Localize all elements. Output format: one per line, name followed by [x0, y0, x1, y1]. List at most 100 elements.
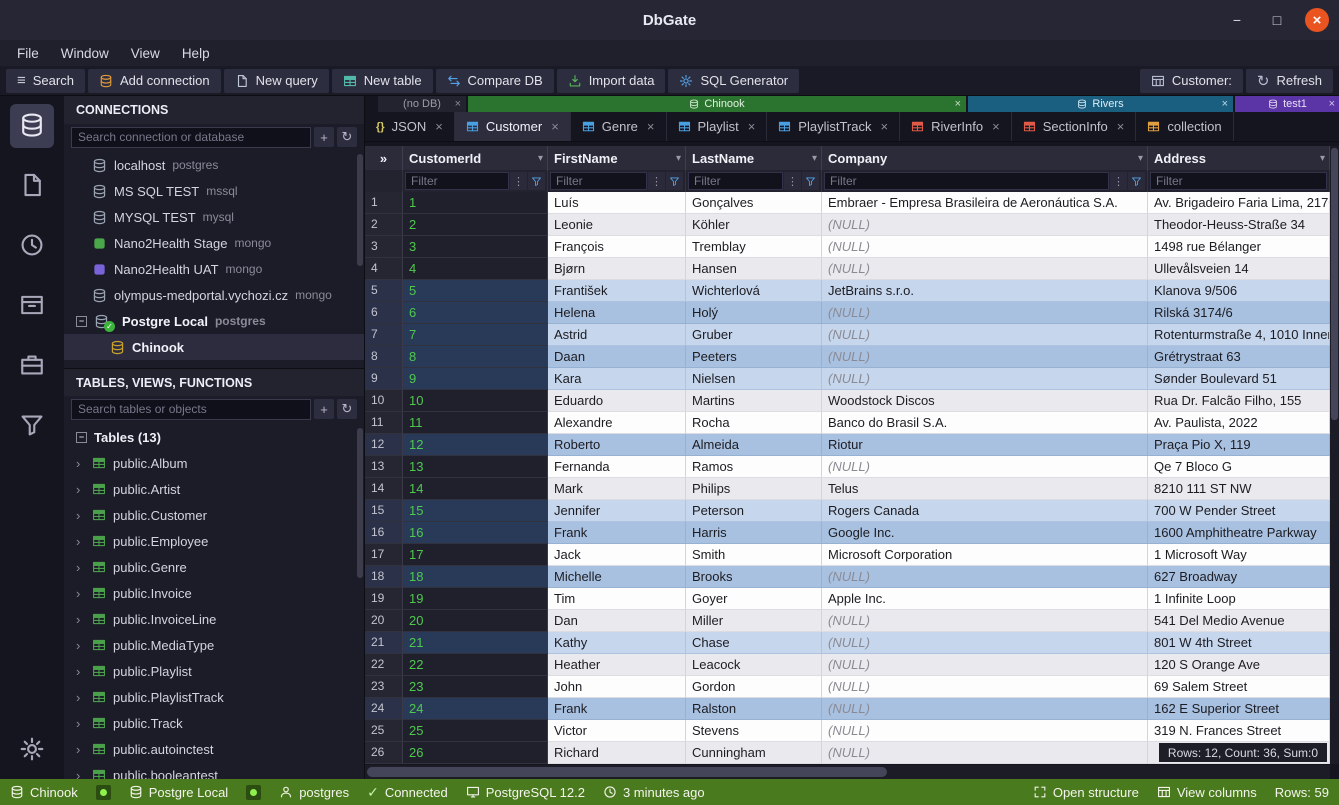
- cell-company[interactable]: Riotur: [822, 434, 1148, 456]
- cell-address[interactable]: 120 S Orange Ave: [1148, 654, 1330, 676]
- cell-customerid[interactable]: 7: [403, 324, 548, 346]
- chevron-right-icon[interactable]: ›: [76, 586, 85, 601]
- cell-address[interactable]: 69 Salem Street: [1148, 676, 1330, 698]
- column-header-company[interactable]: Company▾: [822, 146, 1148, 170]
- cell-lastname[interactable]: Ramos: [686, 456, 822, 478]
- connection-item-nano2health-uat[interactable]: Nano2Health UATmongo: [64, 256, 364, 282]
- cell-lastname[interactable]: Rocha: [686, 412, 822, 434]
- cell-customerid[interactable]: 9: [403, 368, 548, 390]
- row-number[interactable]: 19: [365, 588, 403, 610]
- vertical-scrollbar[interactable]: [1330, 146, 1339, 764]
- filter-menu-icon[interactable]: ⋮: [1110, 172, 1127, 190]
- tab-playlisttrack[interactable]: PlaylistTrack×: [767, 112, 900, 141]
- cell-lastname[interactable]: Hansen: [686, 258, 822, 280]
- toolbar-button-new-table[interactable]: New table: [332, 69, 433, 93]
- cell-customerid[interactable]: 21: [403, 632, 548, 654]
- cell-company[interactable]: (NULL): [822, 720, 1148, 742]
- cell-firstname[interactable]: François: [548, 236, 686, 258]
- chevron-right-icon[interactable]: ›: [76, 456, 85, 471]
- tab-riverinfo[interactable]: RiverInfo×: [900, 112, 1012, 141]
- cell-address[interactable]: Sønder Boulevard 51: [1148, 368, 1330, 390]
- cell-customerid[interactable]: 6: [403, 302, 548, 324]
- connection-item-ms-sql-test[interactable]: MS SQL TESTmssql: [64, 178, 364, 204]
- filter-input-address[interactable]: [1150, 172, 1327, 190]
- cell-firstname[interactable]: Eduardo: [548, 390, 686, 412]
- table-item-public-artist[interactable]: ›public.Artist: [64, 476, 364, 502]
- cell-firstname[interactable]: Dan: [548, 610, 686, 632]
- row-number[interactable]: 16: [365, 522, 403, 544]
- chevron-right-icon[interactable]: ›: [76, 534, 85, 549]
- cell-lastname[interactable]: Gonçalves: [686, 192, 822, 214]
- tables-group-row[interactable]: − Tables (13): [64, 424, 364, 450]
- close-icon[interactable]: ×: [992, 119, 1000, 134]
- db-group-tab-no-db[interactable]: (no DB)×: [378, 96, 466, 112]
- cell-firstname[interactable]: Jennifer: [548, 500, 686, 522]
- cell-company[interactable]: (NULL): [822, 698, 1148, 720]
- cell-company[interactable]: (NULL): [822, 346, 1148, 368]
- cell-lastname[interactable]: Leacock: [686, 654, 822, 676]
- row-number[interactable]: 26: [365, 742, 403, 764]
- cell-customerid[interactable]: 17: [403, 544, 548, 566]
- toolbar-button-new-query[interactable]: New query: [224, 69, 329, 93]
- cell-company[interactable]: (NULL): [822, 258, 1148, 280]
- row-number[interactable]: 10: [365, 390, 403, 412]
- table-item-public-autoinctest[interactable]: ›public.autoinctest: [64, 736, 364, 762]
- connection-item-postgre-local[interactable]: −✓Postgre Localpostgres: [64, 308, 364, 334]
- db-group-tab-chinook[interactable]: Chinook×: [468, 96, 966, 112]
- cell-customerid[interactable]: 24: [403, 698, 548, 720]
- close-icon[interactable]: ×: [1222, 98, 1228, 110]
- statusbar-item-view-columns[interactable]: View columns: [1157, 785, 1257, 800]
- column-header-address[interactable]: Address▾: [1148, 146, 1330, 170]
- chevron-right-icon[interactable]: ›: [76, 690, 85, 705]
- menu-help[interactable]: Help: [171, 43, 221, 64]
- cell-company[interactable]: Microsoft Corporation: [822, 544, 1148, 566]
- connection-item-mysql-test[interactable]: MYSQL TESTmysql: [64, 204, 364, 230]
- expand-columns-button[interactable]: »: [365, 146, 403, 170]
- close-icon[interactable]: ×: [748, 119, 756, 134]
- cell-company[interactable]: (NULL): [822, 632, 1148, 654]
- chevron-right-icon[interactable]: ›: [76, 716, 85, 731]
- cell-address[interactable]: 801 W 4th Street: [1148, 632, 1330, 654]
- horizontal-scrollbar[interactable]: [365, 765, 1330, 779]
- cell-company[interactable]: Woodstock Discos: [822, 390, 1148, 412]
- toolbar-button-search[interactable]: ≡Search: [6, 69, 85, 93]
- cell-firstname[interactable]: Fernanda: [548, 456, 686, 478]
- horizontal-scrollbar-thumb[interactable]: [367, 767, 887, 777]
- cell-firstname[interactable]: Victor: [548, 720, 686, 742]
- statusbar-item-open-structure[interactable]: Open structure: [1033, 785, 1139, 800]
- cell-address[interactable]: Praça Pio X, 119: [1148, 434, 1330, 456]
- filter-funnel-icon[interactable]: [666, 172, 683, 190]
- chevron-right-icon[interactable]: ›: [76, 742, 85, 757]
- cell-firstname[interactable]: Michelle: [548, 566, 686, 588]
- cell-firstname[interactable]: František: [548, 280, 686, 302]
- table-item-public-invoiceline[interactable]: ›public.InvoiceLine: [64, 606, 364, 632]
- cell-customerid[interactable]: 16: [403, 522, 548, 544]
- cell-company[interactable]: (NULL): [822, 456, 1148, 478]
- cell-customerid[interactable]: 12: [403, 434, 548, 456]
- chevron-right-icon[interactable]: ›: [76, 768, 85, 780]
- cell-lastname[interactable]: Peterson: [686, 500, 822, 522]
- chevron-right-icon[interactable]: ›: [76, 664, 85, 679]
- connections-scrollbar[interactable]: [357, 154, 363, 266]
- filter-menu-icon[interactable]: ⋮: [648, 172, 665, 190]
- column-header-firstname[interactable]: FirstName▾: [548, 146, 686, 170]
- cell-customerid[interactable]: 20: [403, 610, 548, 632]
- cell-customerid[interactable]: 13: [403, 456, 548, 478]
- column-header-lastname[interactable]: LastName▾: [686, 146, 822, 170]
- cell-company[interactable]: Rogers Canada: [822, 500, 1148, 522]
- connection-item-localhost[interactable]: localhostpostgres: [64, 152, 364, 178]
- close-icon[interactable]: ×: [955, 98, 961, 110]
- cell-firstname[interactable]: Frank: [548, 698, 686, 720]
- cell-address[interactable]: 319 N. Frances Street: [1148, 720, 1330, 742]
- cell-address[interactable]: Av. Brigadeiro Faria Lima, 2170: [1148, 192, 1330, 214]
- chevron-down-icon[interactable]: ▾: [676, 153, 681, 164]
- filter-menu-icon[interactable]: ⋮: [510, 172, 527, 190]
- cell-firstname[interactable]: Mark: [548, 478, 686, 500]
- cell-lastname[interactable]: Peeters: [686, 346, 822, 368]
- cell-customerid[interactable]: 25: [403, 720, 548, 742]
- row-number[interactable]: 18: [365, 566, 403, 588]
- chevron-right-icon[interactable]: ›: [76, 560, 85, 575]
- chevron-right-icon[interactable]: ›: [76, 612, 85, 627]
- cell-customerid[interactable]: 3: [403, 236, 548, 258]
- refresh-objects-icon[interactable]: ↻: [337, 399, 357, 419]
